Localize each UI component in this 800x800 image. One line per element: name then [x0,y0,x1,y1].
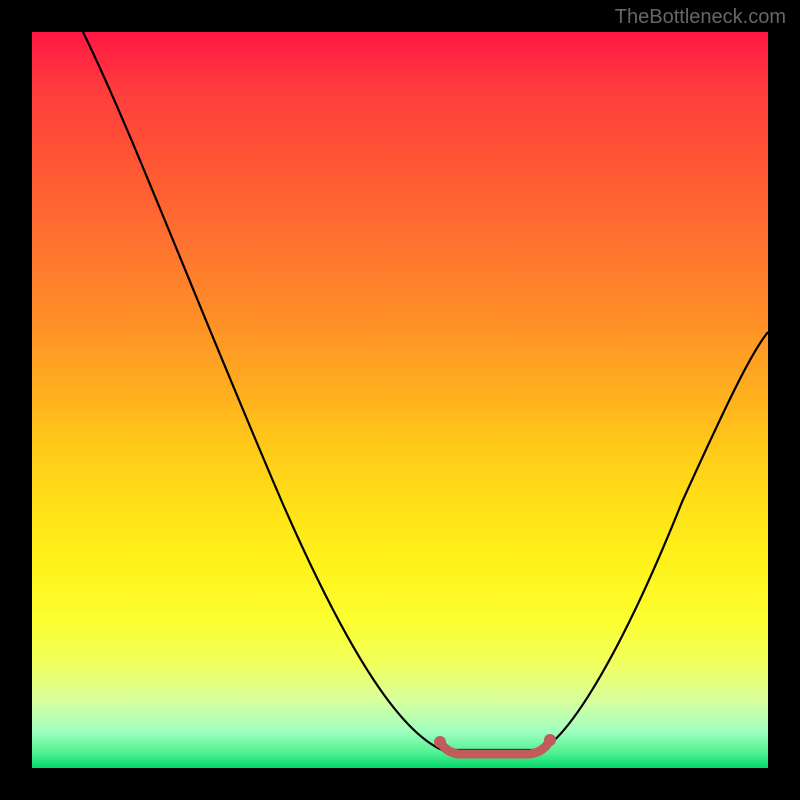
flat-bottom-start-dot [434,736,446,748]
chart-plot-area [32,32,768,768]
watermark-text: TheBottleneck.com [615,6,786,29]
flat-bottom-end-dot [544,734,556,746]
chart-curve-svg [32,32,768,768]
bottleneck-curve-line [83,32,768,750]
flat-bottom-highlight [440,740,550,754]
